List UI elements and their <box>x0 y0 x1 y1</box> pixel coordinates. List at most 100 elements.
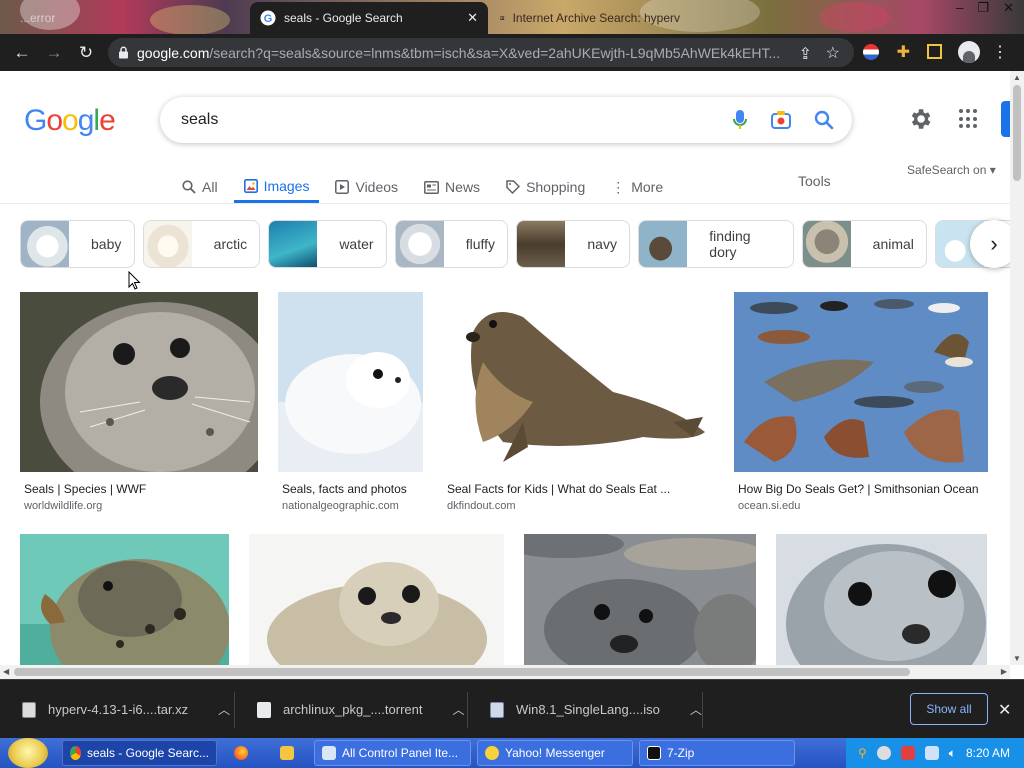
google-logo[interactable]: Google <box>24 104 116 138</box>
tab-label: Videos <box>355 179 399 195</box>
tab-more[interactable]: ⋮ More <box>609 171 665 203</box>
archive-file-icon <box>22 701 36 718</box>
side-panel-icon[interactable] <box>927 44 942 59</box>
forward-button[interactable]: → <box>38 37 70 69</box>
close-tab-icon[interactable]: ✕ <box>467 10 478 26</box>
network-icon[interactable] <box>924 746 939 760</box>
logo-letter: G <box>24 104 47 137</box>
safesearch-menu[interactable]: SafeSearch on ▾ <box>907 163 996 177</box>
reload-button[interactable]: ↻ <box>70 37 102 69</box>
taskbar-explorer[interactable] <box>276 740 298 766</box>
result-title[interactable]: Seals, facts and photos <box>282 482 407 496</box>
tab-videos[interactable]: Videos <box>333 171 400 203</box>
horizontal-scroll-thumb[interactable] <box>14 668 910 676</box>
chip-thumbnail <box>639 221 688 267</box>
chip-finding-dory[interactable]: finding dory <box>638 220 794 268</box>
start-button[interactable] <box>8 738 48 768</box>
result-source[interactable]: dkfindout.com <box>447 500 515 512</box>
download-item[interactable]: Win8.1_SingleLang....iso ︿ <box>468 680 703 739</box>
image-result[interactable]: Seals | Species | WWF worldwildlife.org <box>20 292 258 512</box>
chip-fluffy[interactable]: fluffy <box>394 220 509 268</box>
profile-flag-icon[interactable] <box>863 44 879 60</box>
url-host: google.com <box>137 44 210 61</box>
address-bar[interactable]: google.com/search?q=seals&source=lnms&tb… <box>108 38 854 67</box>
menu-kebab-icon[interactable]: ⋮ <box>992 42 1008 62</box>
result-title[interactable]: Seal Facts for Kids | What do Seals Eat … <box>447 482 670 496</box>
profile-avatar[interactable] <box>958 41 980 63</box>
share-icon[interactable]: ⇪ <box>799 44 812 64</box>
chip-arctic[interactable]: arctic <box>142 220 261 268</box>
tab-all[interactable]: All <box>180 171 220 203</box>
chip-navy[interactable]: navy <box>516 220 631 268</box>
horizontal-scrollbar[interactable]: ◀ ▶ <box>0 665 1010 679</box>
show-all-downloads-button[interactable]: Show all <box>910 693 988 725</box>
taskbar-firefox[interactable] <box>230 740 252 766</box>
image-result[interactable]: Seal Facts for Kids | What do Seals Eat … <box>443 292 713 512</box>
scroll-up-icon[interactable]: ▲ <box>1013 73 1021 82</box>
tab-label: News <box>445 179 481 195</box>
messenger-tray-icon[interactable] <box>876 746 891 760</box>
search-magnifier-icon[interactable]: ⚲ <box>858 746 867 760</box>
url-path: /search?q=seals&source=lnms&tbm=isch&sa=… <box>209 44 781 61</box>
search-input[interactable]: seals <box>181 111 218 129</box>
close-window-icon[interactable]: ✕ <box>1003 0 1014 16</box>
scroll-left-icon[interactable]: ◀ <box>3 667 9 676</box>
security-flag-icon[interactable] <box>900 746 915 760</box>
tab-images[interactable]: Images <box>233 171 320 203</box>
tab-seals-google-search[interactable]: G seals - Google Search ✕ <box>250 2 488 34</box>
tab-error[interactable]: ...error <box>10 2 240 34</box>
chip-label: fluffy <box>465 236 496 252</box>
torrent-file-icon <box>257 701 271 718</box>
image-result[interactable]: How Big Do Seals Get? | Smithsonian Ocea… <box>734 292 988 512</box>
vertical-scrollbar[interactable]: ▲ ▼ <box>1010 71 1024 665</box>
vertical-scroll-thumb[interactable] <box>1013 85 1021 181</box>
logo-letter: e <box>99 104 116 137</box>
search-icon[interactable] <box>814 110 834 130</box>
image-result[interactable] <box>776 534 987 665</box>
tools-button[interactable]: Tools <box>798 173 831 189</box>
more-vert-icon: ⋮ <box>611 178 626 195</box>
google-apps-icon[interactable] <box>959 109 979 129</box>
tab-internet-archive[interactable]: Internet Archive Search: hyperv <box>490 2 690 34</box>
tab-label: Internet Archive Search: hyperv <box>512 11 680 25</box>
logo-letter: g <box>77 104 95 137</box>
result-source[interactable]: ocean.si.edu <box>738 500 800 512</box>
tab-news[interactable]: News <box>422 171 482 203</box>
bookmark-star-icon[interactable]: ☆ <box>826 43 840 63</box>
download-item[interactable]: archlinux_pkg_....torrent ︿ <box>235 680 468 739</box>
scroll-right-icon[interactable]: ▶ <box>1001 667 1007 676</box>
image-result[interactable] <box>249 534 504 665</box>
chevron-up-icon[interactable]: ︿ <box>218 701 230 718</box>
image-result[interactable] <box>20 534 229 665</box>
result-source[interactable]: worldwildlife.org <box>24 500 102 512</box>
close-shelf-icon[interactable]: ✕ <box>998 700 1011 720</box>
volume-icon[interactable]: 🔈︎ <box>949 746 956 761</box>
scroll-down-icon[interactable]: ▼ <box>1013 654 1021 663</box>
image-result[interactable] <box>524 534 756 665</box>
smiley-icon <box>485 746 499 760</box>
restore-icon[interactable]: ❐ <box>977 0 989 16</box>
image-result[interactable]: Seals, facts and photos nationalgeograph… <box>278 292 423 512</box>
chevron-up-icon[interactable]: ︿ <box>452 701 464 718</box>
taskbar-7zip[interactable]: 7-Zip <box>639 740 795 766</box>
clock[interactable]: 8:20 AM <box>966 746 1010 760</box>
chip-baby[interactable]: baby <box>20 220 135 268</box>
microphone-icon[interactable] <box>732 109 748 131</box>
chevron-up-icon[interactable]: ︿ <box>690 701 702 718</box>
camera-lens-icon[interactable] <box>770 110 792 130</box>
minimize-icon[interactable]: ‒ <box>956 0 963 16</box>
back-button[interactable]: ← <box>6 37 38 69</box>
taskbar-yahoo-messenger[interactable]: Yahoo! Messenger <box>477 740 633 766</box>
result-source[interactable]: nationalgeographic.com <box>282 500 399 512</box>
tab-shopping[interactable]: Shopping <box>504 171 587 203</box>
result-title[interactable]: How Big Do Seals Get? | Smithsonian Ocea… <box>738 482 979 496</box>
extensions-puzzle-icon[interactable]: ✚ <box>897 42 910 62</box>
taskbar-chrome-window[interactable]: seals - Google Searc... <box>62 740 217 766</box>
settings-gear-icon[interactable] <box>907 106 933 132</box>
taskbar-control-panel[interactable]: All Control Panel Ite... <box>314 740 471 766</box>
chip-animal[interactable]: animal <box>801 220 927 268</box>
google-images-page: Google seals All Images Videos News Shop… <box>0 71 1024 665</box>
download-item[interactable]: hyperv-4.13-1-i6....tar.xz ︿ <box>0 680 235 739</box>
chip-water[interactable]: water <box>268 220 387 268</box>
result-title[interactable]: Seals | Species | WWF <box>24 482 146 496</box>
